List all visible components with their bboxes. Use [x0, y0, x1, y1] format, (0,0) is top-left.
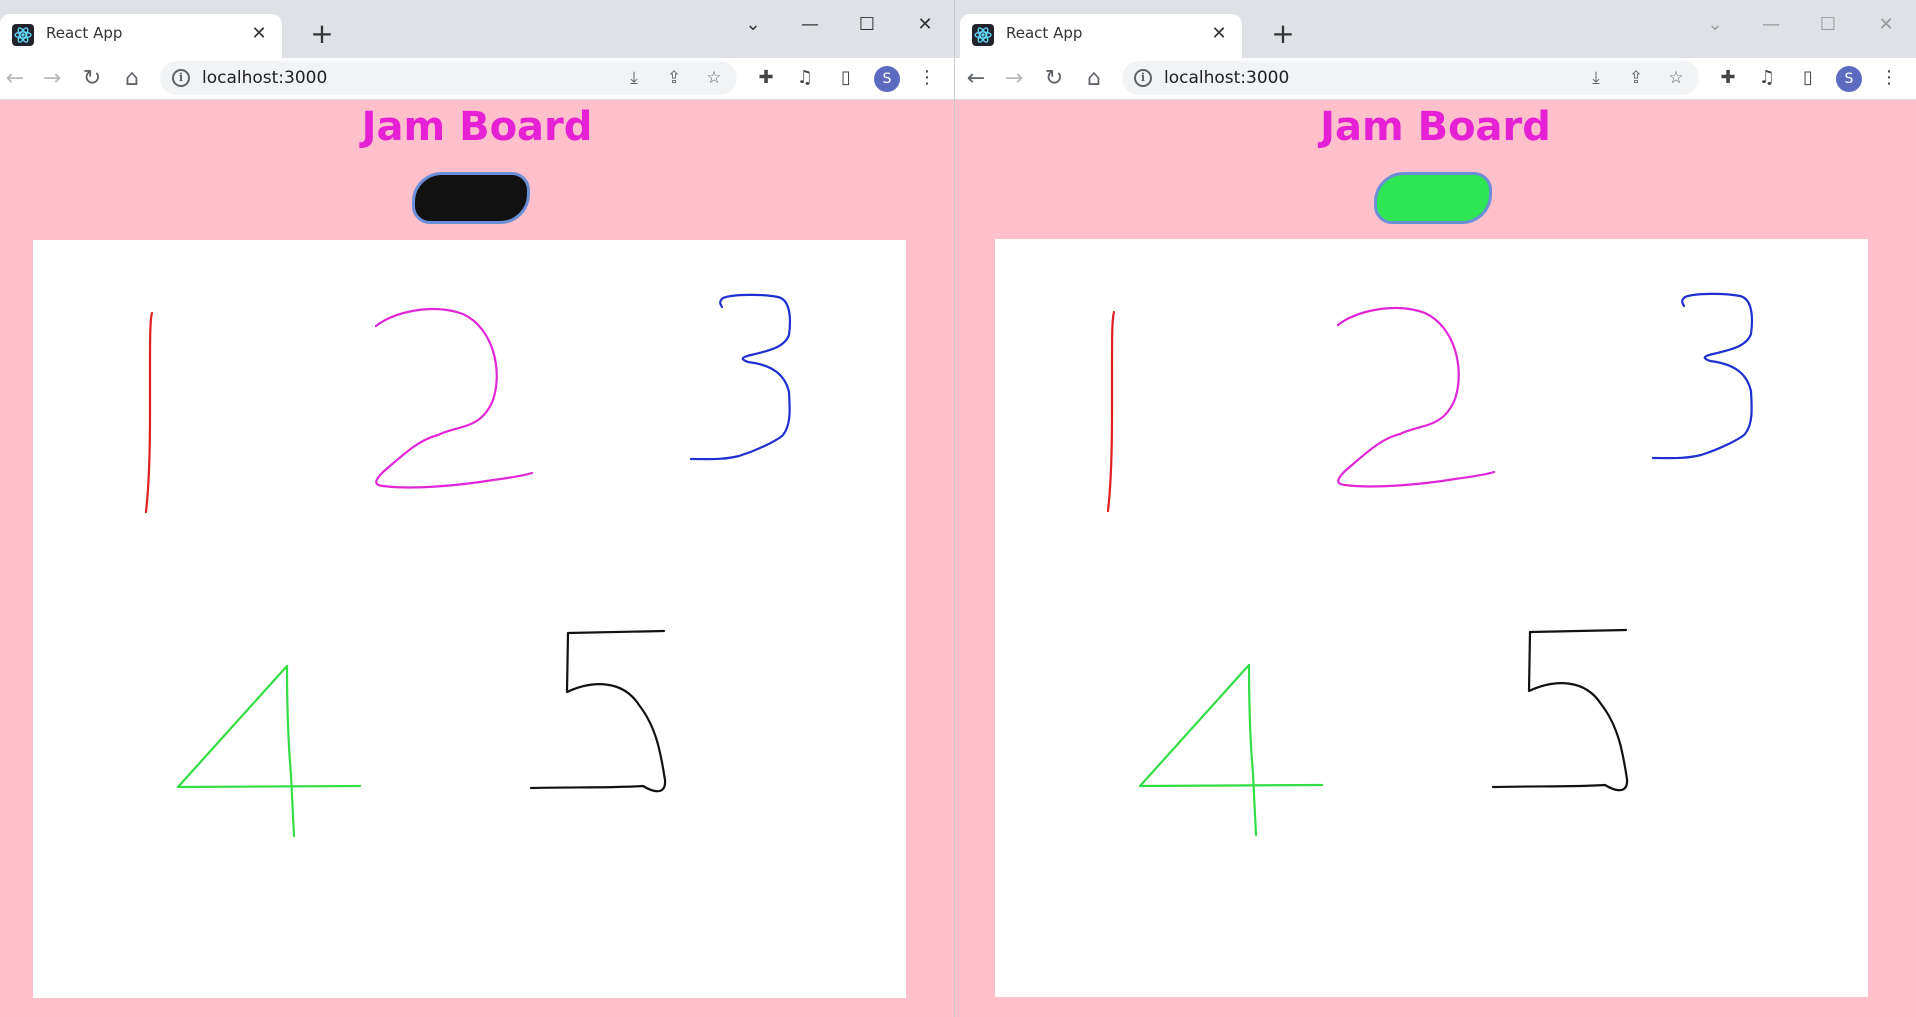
tab-title: React App: [1006, 24, 1083, 42]
stroke-digit-5: [529, 629, 667, 793]
reload-icon[interactable]: ↻: [1039, 64, 1069, 94]
stroke-digit-1: [1106, 310, 1116, 513]
side-panel-icon[interactable]: ▯: [834, 66, 858, 90]
stroke-digit-4: [1138, 663, 1324, 837]
tab-react-app[interactable]: React App ✕: [960, 14, 1242, 58]
share-icon[interactable]: ⇪: [1625, 67, 1647, 89]
browser-window-left: React App ✕ + ⌄ — ☐ ✕ ← → ↻ ⌂ i localhos…: [0, 0, 955, 1017]
tab-search-chevron-icon[interactable]: ⌄: [738, 12, 768, 38]
minimize-icon[interactable]: —: [795, 12, 825, 38]
close-icon[interactable]: ✕: [248, 23, 270, 45]
tab-search-chevron-icon[interactable]: ⌄: [1700, 12, 1730, 38]
forward-arrow-icon[interactable]: →: [37, 64, 67, 94]
info-icon[interactable]: i: [172, 69, 190, 87]
browser-window-right: React App ✕ + ⌄ — ☐ ✕ ← → ↻ ⌂ i localhos…: [955, 0, 1916, 1017]
tab-title: React App: [46, 24, 123, 42]
star-icon[interactable]: ☆: [1665, 67, 1687, 89]
address-url: localhost:3000: [1164, 68, 1290, 88]
info-icon[interactable]: i: [1134, 69, 1152, 87]
address-bar[interactable]: i localhost:3000 ⤓ ⇪ ☆: [1122, 61, 1699, 95]
tab-strip: React App ✕ + ⌄ — ☐ ✕: [955, 0, 1916, 58]
share-icon[interactable]: ⇪: [663, 67, 685, 89]
page-title: Jam Board: [361, 104, 593, 150]
forward-arrow-icon[interactable]: →: [999, 64, 1029, 94]
stroke-digit-4: [176, 664, 362, 838]
drawing-surface: [1106, 292, 1754, 837]
drawing-surface: [144, 293, 792, 838]
window-close-icon[interactable]: ✕: [910, 12, 940, 38]
stroke-digit-3: [1651, 292, 1754, 460]
address-bar[interactable]: i localhost:3000 ⤓ ⇪ ☆: [160, 61, 737, 95]
color-picker-button[interactable]: [1374, 172, 1492, 224]
browser-toolbar: ← → ↻ ⌂ i localhost:3000 ⤓ ⇪ ☆ ✚ ♫ ▯ S ⋮: [0, 58, 954, 100]
stroke-digit-3: [689, 293, 792, 461]
stroke-digit-1: [144, 311, 154, 514]
plus-icon[interactable]: +: [307, 19, 337, 49]
install-icon[interactable]: ⤓: [1585, 67, 1607, 89]
page-title: Jam Board: [1320, 104, 1551, 150]
stroke-digit-5: [1491, 628, 1629, 792]
react-icon: [12, 24, 34, 46]
back-arrow-icon[interactable]: ←: [961, 64, 991, 94]
profile-avatar[interactable]: S: [874, 66, 900, 92]
install-icon[interactable]: ⤓: [623, 67, 645, 89]
maximize-icon[interactable]: ☐: [852, 12, 882, 38]
back-arrow-icon[interactable]: ←: [0, 64, 30, 94]
side-panel-icon[interactable]: ▯: [1796, 66, 1820, 90]
window-close-icon[interactable]: ✕: [1871, 12, 1901, 38]
reload-icon[interactable]: ↻: [77, 64, 107, 94]
drawing-canvas[interactable]: [995, 239, 1868, 997]
color-picker-button[interactable]: [412, 172, 530, 224]
minimize-icon[interactable]: —: [1756, 12, 1786, 38]
media-list-icon[interactable]: ♫: [793, 66, 817, 90]
plus-icon[interactable]: +: [1268, 19, 1298, 49]
stroke-digit-2: [1336, 306, 1496, 488]
tab-react-app[interactable]: React App ✕: [0, 14, 282, 58]
media-list-icon[interactable]: ♫: [1755, 66, 1779, 90]
maximize-icon[interactable]: ☐: [1813, 12, 1843, 38]
stroke-digit-2: [374, 307, 534, 489]
react-icon: [972, 24, 994, 46]
star-icon[interactable]: ☆: [703, 67, 725, 89]
tab-strip: React App ✕ + ⌄ — ☐ ✕: [0, 0, 954, 58]
browser-toolbar: ← → ↻ ⌂ i localhost:3000 ⤓ ⇪ ☆ ✚ ♫ ▯ S ⋮: [955, 58, 1916, 100]
home-icon[interactable]: ⌂: [1079, 64, 1109, 94]
home-icon[interactable]: ⌂: [117, 64, 147, 94]
close-icon[interactable]: ✕: [1208, 23, 1230, 45]
address-url: localhost:3000: [202, 68, 328, 88]
profile-avatar[interactable]: S: [1836, 66, 1862, 92]
drawing-canvas[interactable]: [33, 240, 906, 998]
puzzle-icon[interactable]: ✚: [754, 66, 778, 90]
kebab-menu-icon[interactable]: ⋮: [915, 66, 939, 90]
kebab-menu-icon[interactable]: ⋮: [1877, 66, 1901, 90]
puzzle-icon[interactable]: ✚: [1716, 66, 1740, 90]
